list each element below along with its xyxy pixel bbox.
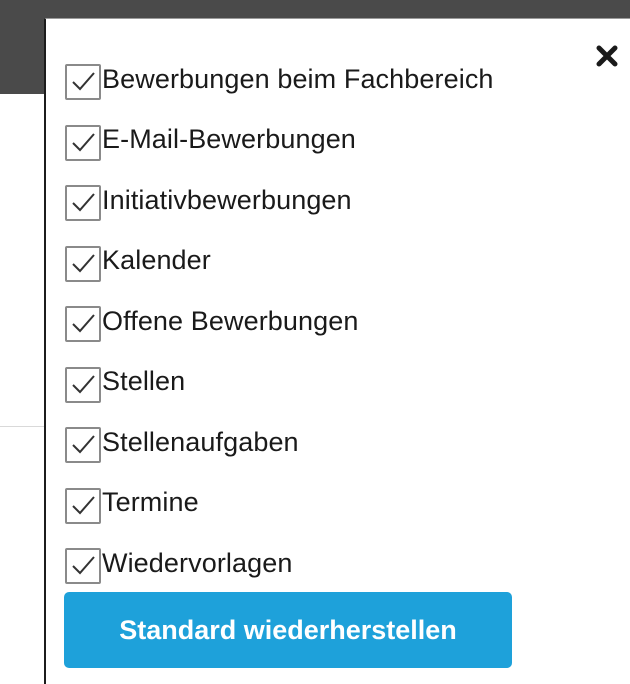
checkbox[interactable] [65,306,101,342]
restore-defaults-button[interactable]: Standard wiederherstellen [64,592,512,668]
checkbox[interactable] [65,185,101,221]
column-chooser-popup: Bewerbungen beim Fachbereich E-Mail-Bewe… [44,18,630,684]
checkbox[interactable] [65,64,101,100]
option-label: Kalender [102,245,211,275]
option-label: Wiedervorlagen [102,547,293,578]
checkmark-icon [72,435,95,454]
option-item[interactable]: Termine [65,483,494,524]
option-label: Initiativbewerbungen [102,184,352,215]
option-list: Bewerbungen beim Fachbereich E-Mail-Bewe… [65,59,494,604]
option-label: Bewerbungen beim Fachbereich [102,63,494,94]
checkbox[interactable] [65,124,101,161]
option-label: Offene Bewerbungen [102,305,359,336]
checkmark-icon [72,132,95,151]
option-item[interactable]: Offene Bewerbungen [65,301,494,342]
checkbox[interactable] [65,487,101,524]
checkmark-icon [72,253,95,272]
checkmark-icon [72,193,95,212]
checkbox[interactable] [65,366,101,403]
checkbox[interactable] [65,245,101,282]
option-item[interactable]: Wiedervorlagen [65,543,494,584]
checkmark-icon [72,495,95,514]
option-label: Stellenaufgaben [102,426,299,457]
checkmark-icon [72,314,95,333]
option-item[interactable]: Stellen [65,362,494,403]
option-item[interactable]: Bewerbungen beim Fachbereich [65,59,494,100]
close-icon [596,45,618,67]
option-item[interactable]: Initiativbewerbungen [65,180,494,221]
option-item[interactable]: E-Mail-Bewerbungen [65,120,494,161]
option-label: Termine [102,487,199,517]
checkmark-icon [72,374,95,393]
close-button[interactable] [594,43,620,69]
checkbox[interactable] [65,427,101,463]
checkmark-icon [72,72,95,91]
option-label: Stellen [102,366,186,396]
option-label: E-Mail-Bewerbungen [102,124,356,154]
option-item[interactable]: Kalender [65,241,494,282]
background-divider [0,426,48,427]
checkmark-icon [72,556,95,575]
option-item[interactable]: Stellenaufgaben [65,422,494,463]
checkbox[interactable] [65,548,101,584]
